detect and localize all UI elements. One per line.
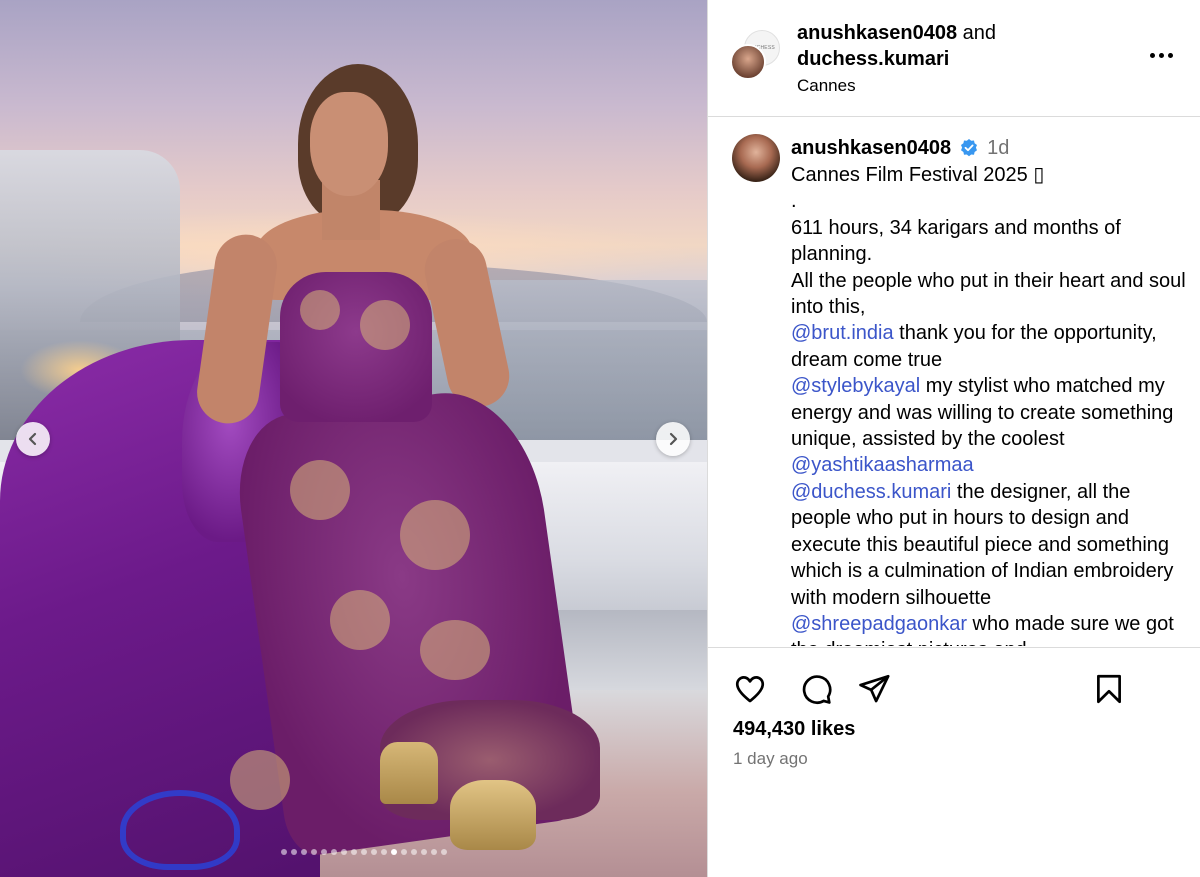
carousel-dot [400,849,407,855]
embroidery-motif [400,500,470,570]
action-bar: 494,430 likes 1 day ago [708,647,1200,877]
likes-count[interactable]: 494,430 likes [733,718,855,741]
post-details-panel: DUCHESS anushkasen0408 and duchess.kumar… [707,0,1200,877]
caption-username[interactable]: anushkasen0408 [791,135,951,161]
embroidery-motif [360,300,410,350]
caption-title: Cannes Film Festival 2025 [791,164,1034,186]
like-button[interactable] [731,670,769,708]
comment-icon [802,675,832,704]
post-location[interactable]: Cannes [797,74,1127,98]
post-header: DUCHESS anushkasen0408 and duchess.kumar… [708,0,1200,117]
carousel-dot [410,849,417,855]
carousel-dot [430,849,437,855]
embroidery-motif [420,620,490,680]
chevron-left-icon [28,432,37,446]
mention-link[interactable]: @yashtikaasharmaa [791,454,974,476]
mention-link[interactable]: @duchess.kumari [791,481,951,503]
carousel-dot [280,849,287,855]
collab-avatars[interactable]: DUCHESS [730,30,780,82]
mention-link[interactable]: @shreepadgaonkar [791,613,967,635]
caption-body: anushkasen0408 1d Cannes Film Festival 2… [791,134,1191,646]
carousel-dot [340,849,347,855]
bookmark-icon [1097,674,1121,704]
author-username[interactable]: anushkasen0408 [797,22,957,44]
carousel-dot [440,849,447,855]
embroidery-motif [290,460,350,520]
caption-header: anushkasen0408 1d [791,134,1191,162]
caption-dot: . [791,190,797,213]
caption-avatar[interactable] [732,134,780,182]
carousel-indicator [0,849,707,855]
embroidery-motif [330,590,390,650]
verified-badge-icon [959,138,979,158]
embroidery-motif [300,290,340,330]
right-arm [419,233,515,413]
post-date[interactable]: 1 day ago [733,749,808,769]
comment-button[interactable] [797,670,835,708]
embroidery-motif [230,750,290,810]
carousel-dot [310,849,317,855]
chevron-right-icon [669,432,678,446]
paper-plane-icon [859,674,890,703]
carousel-dot [320,849,327,855]
mention-link[interactable]: @brut.india [791,322,894,344]
carousel-prev-button[interactable] [16,422,50,456]
caption-title-glyph: ▯ [1033,164,1045,186]
post-media[interactable] [0,0,707,877]
save-button[interactable] [1090,670,1128,708]
share-button[interactable] [855,670,893,708]
collaborator-username[interactable]: duchess.kumari [797,48,949,70]
caption-text: Cannes Film Festival 2025 ▯ . 611 hours,… [791,162,1191,646]
carousel-next-button[interactable] [656,422,690,456]
carousel-dot [380,849,387,855]
embroidered-bodice [280,272,432,422]
anushka-avatar[interactable] [730,44,766,80]
author-joiner: and [962,22,997,44]
heart-icon [735,676,765,703]
carousel-dot [390,849,397,855]
carousel-dot [350,849,357,855]
carousel-dot [330,849,337,855]
carousel-dot [300,849,307,855]
caption-line: 611 hours, 34 karigars and months of pla… [791,216,1127,266]
blue-embroidered-bow [120,790,240,870]
mention-link[interactable]: @stylebykayal [791,375,920,397]
face [310,92,388,196]
woman-in-gown [0,0,707,877]
caption-section: anushkasen0408 1d Cannes Film Festival 2… [708,118,1200,646]
carousel-dot [360,849,367,855]
more-options-button[interactable] [1146,45,1176,65]
caption-line: All the people who put in their heart an… [791,269,1192,319]
post-time[interactable]: 1d [987,135,1009,161]
gold-platform-shoe [450,780,536,850]
carousel-dot [290,849,297,855]
more-dots-icon [1149,52,1173,58]
carousel-dot [420,849,427,855]
gold-platform-shoe [380,742,438,804]
post-authors: anushkasen0408 and duchess.kumari Cannes [797,20,1127,98]
carousel-dot [370,849,377,855]
